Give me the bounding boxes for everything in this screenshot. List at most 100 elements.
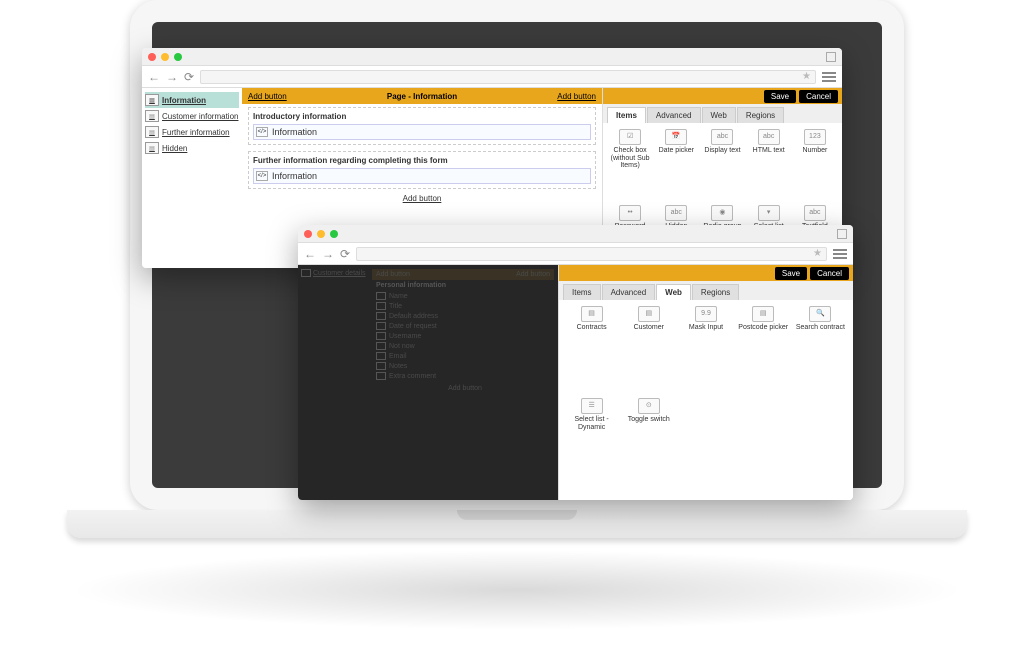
field-icon — [376, 322, 386, 330]
bookmark-icon[interactable]: ★ — [813, 248, 822, 259]
item-icon: •• — [619, 205, 641, 221]
cancel-button[interactable]: Cancel — [799, 90, 838, 103]
browser-toolbar: ← → ⟳ ★ — [298, 243, 853, 265]
field-icon — [376, 362, 386, 370]
code-icon: </> — [256, 127, 268, 137]
window-controls — [148, 53, 182, 61]
item-label: Toggle switch — [628, 416, 670, 424]
item-icon: ▾ — [758, 205, 780, 221]
panel-tabs: Items Advanced Web Regions — [603, 104, 842, 123]
palette-item[interactable]: 📅 Date picker — [655, 129, 697, 201]
page-icon: ▤ — [145, 110, 159, 122]
palette-item[interactable]: ☰Select list - Dynamic — [565, 398, 618, 494]
sidebar-item-further[interactable]: ▤ Further information — [145, 124, 239, 140]
item-label: Search contract — [796, 324, 845, 332]
sidebar-item-customer-details: Customer details — [301, 268, 371, 278]
back-icon[interactable]: ← — [304, 247, 316, 261]
url-bar[interactable]: ★ — [200, 70, 816, 84]
item-icon: ☑ — [619, 129, 641, 145]
item-icon: abc — [711, 129, 733, 145]
add-button-left[interactable]: Add button — [248, 92, 287, 101]
page-icon: ▤ — [145, 142, 159, 154]
sidebar-item-hidden[interactable]: ▤ Hidden — [145, 140, 239, 156]
form-field-dim: Date of request — [376, 321, 554, 331]
item-icon: abc — [665, 205, 687, 221]
palette-item[interactable]: ▤Customer — [622, 306, 675, 394]
item-label: Postcode picker — [738, 324, 788, 332]
item-label: Mask Input — [689, 324, 723, 332]
field-label: Default address — [389, 313, 438, 320]
back-icon[interactable]: ← — [148, 70, 160, 84]
item-icon: ▤ — [752, 306, 774, 322]
tab-advanced[interactable]: Advanced — [647, 107, 701, 123]
close-icon[interactable] — [304, 230, 312, 238]
forward-icon[interactable]: → — [166, 70, 178, 84]
page-title: Page - Information — [387, 92, 457, 101]
cancel-button[interactable]: Cancel — [810, 267, 849, 280]
forward-icon[interactable]: → — [322, 247, 334, 261]
reload-icon[interactable]: ⟳ — [340, 247, 350, 261]
item-label: Date picker — [659, 147, 694, 155]
browser-window-2: ← → ⟳ ★ Customer details Add button Add … — [298, 225, 853, 500]
tab-items[interactable]: Items — [607, 107, 646, 123]
add-button-right[interactable]: Add button — [557, 92, 596, 101]
expand-icon[interactable] — [826, 52, 836, 62]
add-button-left: Add button — [376, 271, 410, 278]
sidebar: ▤ Information ▤ Customer information ▤ F… — [142, 88, 242, 268]
form-field-dim: Not now — [376, 341, 554, 351]
save-button[interactable]: Save — [764, 90, 796, 103]
palette-item[interactable]: ▤Contracts — [565, 306, 618, 394]
page-header-dim: Add button Add button — [372, 269, 554, 280]
palette-item[interactable]: 9.9Mask Input — [679, 306, 732, 394]
sidebar-item-information[interactable]: ▤ Information — [145, 92, 239, 108]
close-icon[interactable] — [148, 53, 156, 61]
bookmark-icon[interactable]: ★ — [802, 71, 811, 82]
url-bar[interactable]: ★ — [356, 247, 827, 261]
sidebar-item-customer[interactable]: ▤ Customer information — [145, 108, 239, 124]
page-icon — [301, 269, 311, 277]
item-label: Contracts — [577, 324, 607, 332]
titlebar — [298, 225, 853, 243]
tab-regions[interactable]: Regions — [737, 107, 784, 123]
form-field-dim: Default address — [376, 311, 554, 321]
add-button-bottom[interactable]: Add button — [242, 192, 602, 205]
minimize-icon[interactable] — [317, 230, 325, 238]
tab-web[interactable]: Web — [702, 107, 736, 123]
palette-item[interactable]: 123Number — [794, 129, 836, 201]
palette-item[interactable]: abcDisplay text — [701, 129, 743, 201]
menu-icon[interactable] — [833, 249, 847, 259]
laptop-notch — [457, 510, 577, 520]
field-label: Information — [272, 127, 317, 137]
form-section: Further information regarding completing… — [248, 151, 596, 189]
item-label: HTML text — [753, 147, 785, 155]
save-button[interactable]: Save — [775, 267, 807, 280]
form-field-dim: Notes — [376, 361, 554, 371]
palette-item[interactable]: abcHTML text — [748, 129, 790, 201]
tab-regions[interactable]: Regions — [692, 284, 739, 300]
palette-item[interactable]: ☑Check box (without Sub Items) — [609, 129, 651, 201]
sidebar-item-label: Customer information — [162, 112, 238, 121]
titlebar — [142, 48, 842, 66]
form-field[interactable]: </> Information — [253, 168, 591, 184]
item-icon: 🔍 — [809, 306, 831, 322]
content: Customer details Add button Add button P… — [298, 265, 853, 500]
palette-item[interactable]: ▤ Postcode picker — [737, 306, 790, 394]
form-field[interactable]: </> Information — [253, 124, 591, 140]
expand-icon[interactable] — [837, 229, 847, 239]
field-label: Notes — [389, 363, 407, 370]
palette-item[interactable]: ⊙Toggle switch — [622, 398, 675, 494]
minimize-icon[interactable] — [161, 53, 169, 61]
maximize-icon[interactable] — [330, 230, 338, 238]
item-icon: ◉ — [711, 205, 733, 221]
reload-icon[interactable]: ⟳ — [184, 70, 194, 84]
field-label: Title — [389, 303, 402, 310]
tab-web[interactable]: Web — [656, 284, 691, 300]
sidebar-item-label: Further information — [162, 128, 230, 137]
add-button-right: Add button — [516, 271, 550, 278]
menu-icon[interactable] — [822, 72, 836, 82]
item-icon: 📅 — [665, 129, 687, 145]
maximize-icon[interactable] — [174, 53, 182, 61]
palette-item[interactable]: 🔍 Search contract — [794, 306, 847, 394]
tab-advanced[interactable]: Advanced — [602, 284, 656, 300]
tab-items[interactable]: Items — [563, 284, 601, 300]
